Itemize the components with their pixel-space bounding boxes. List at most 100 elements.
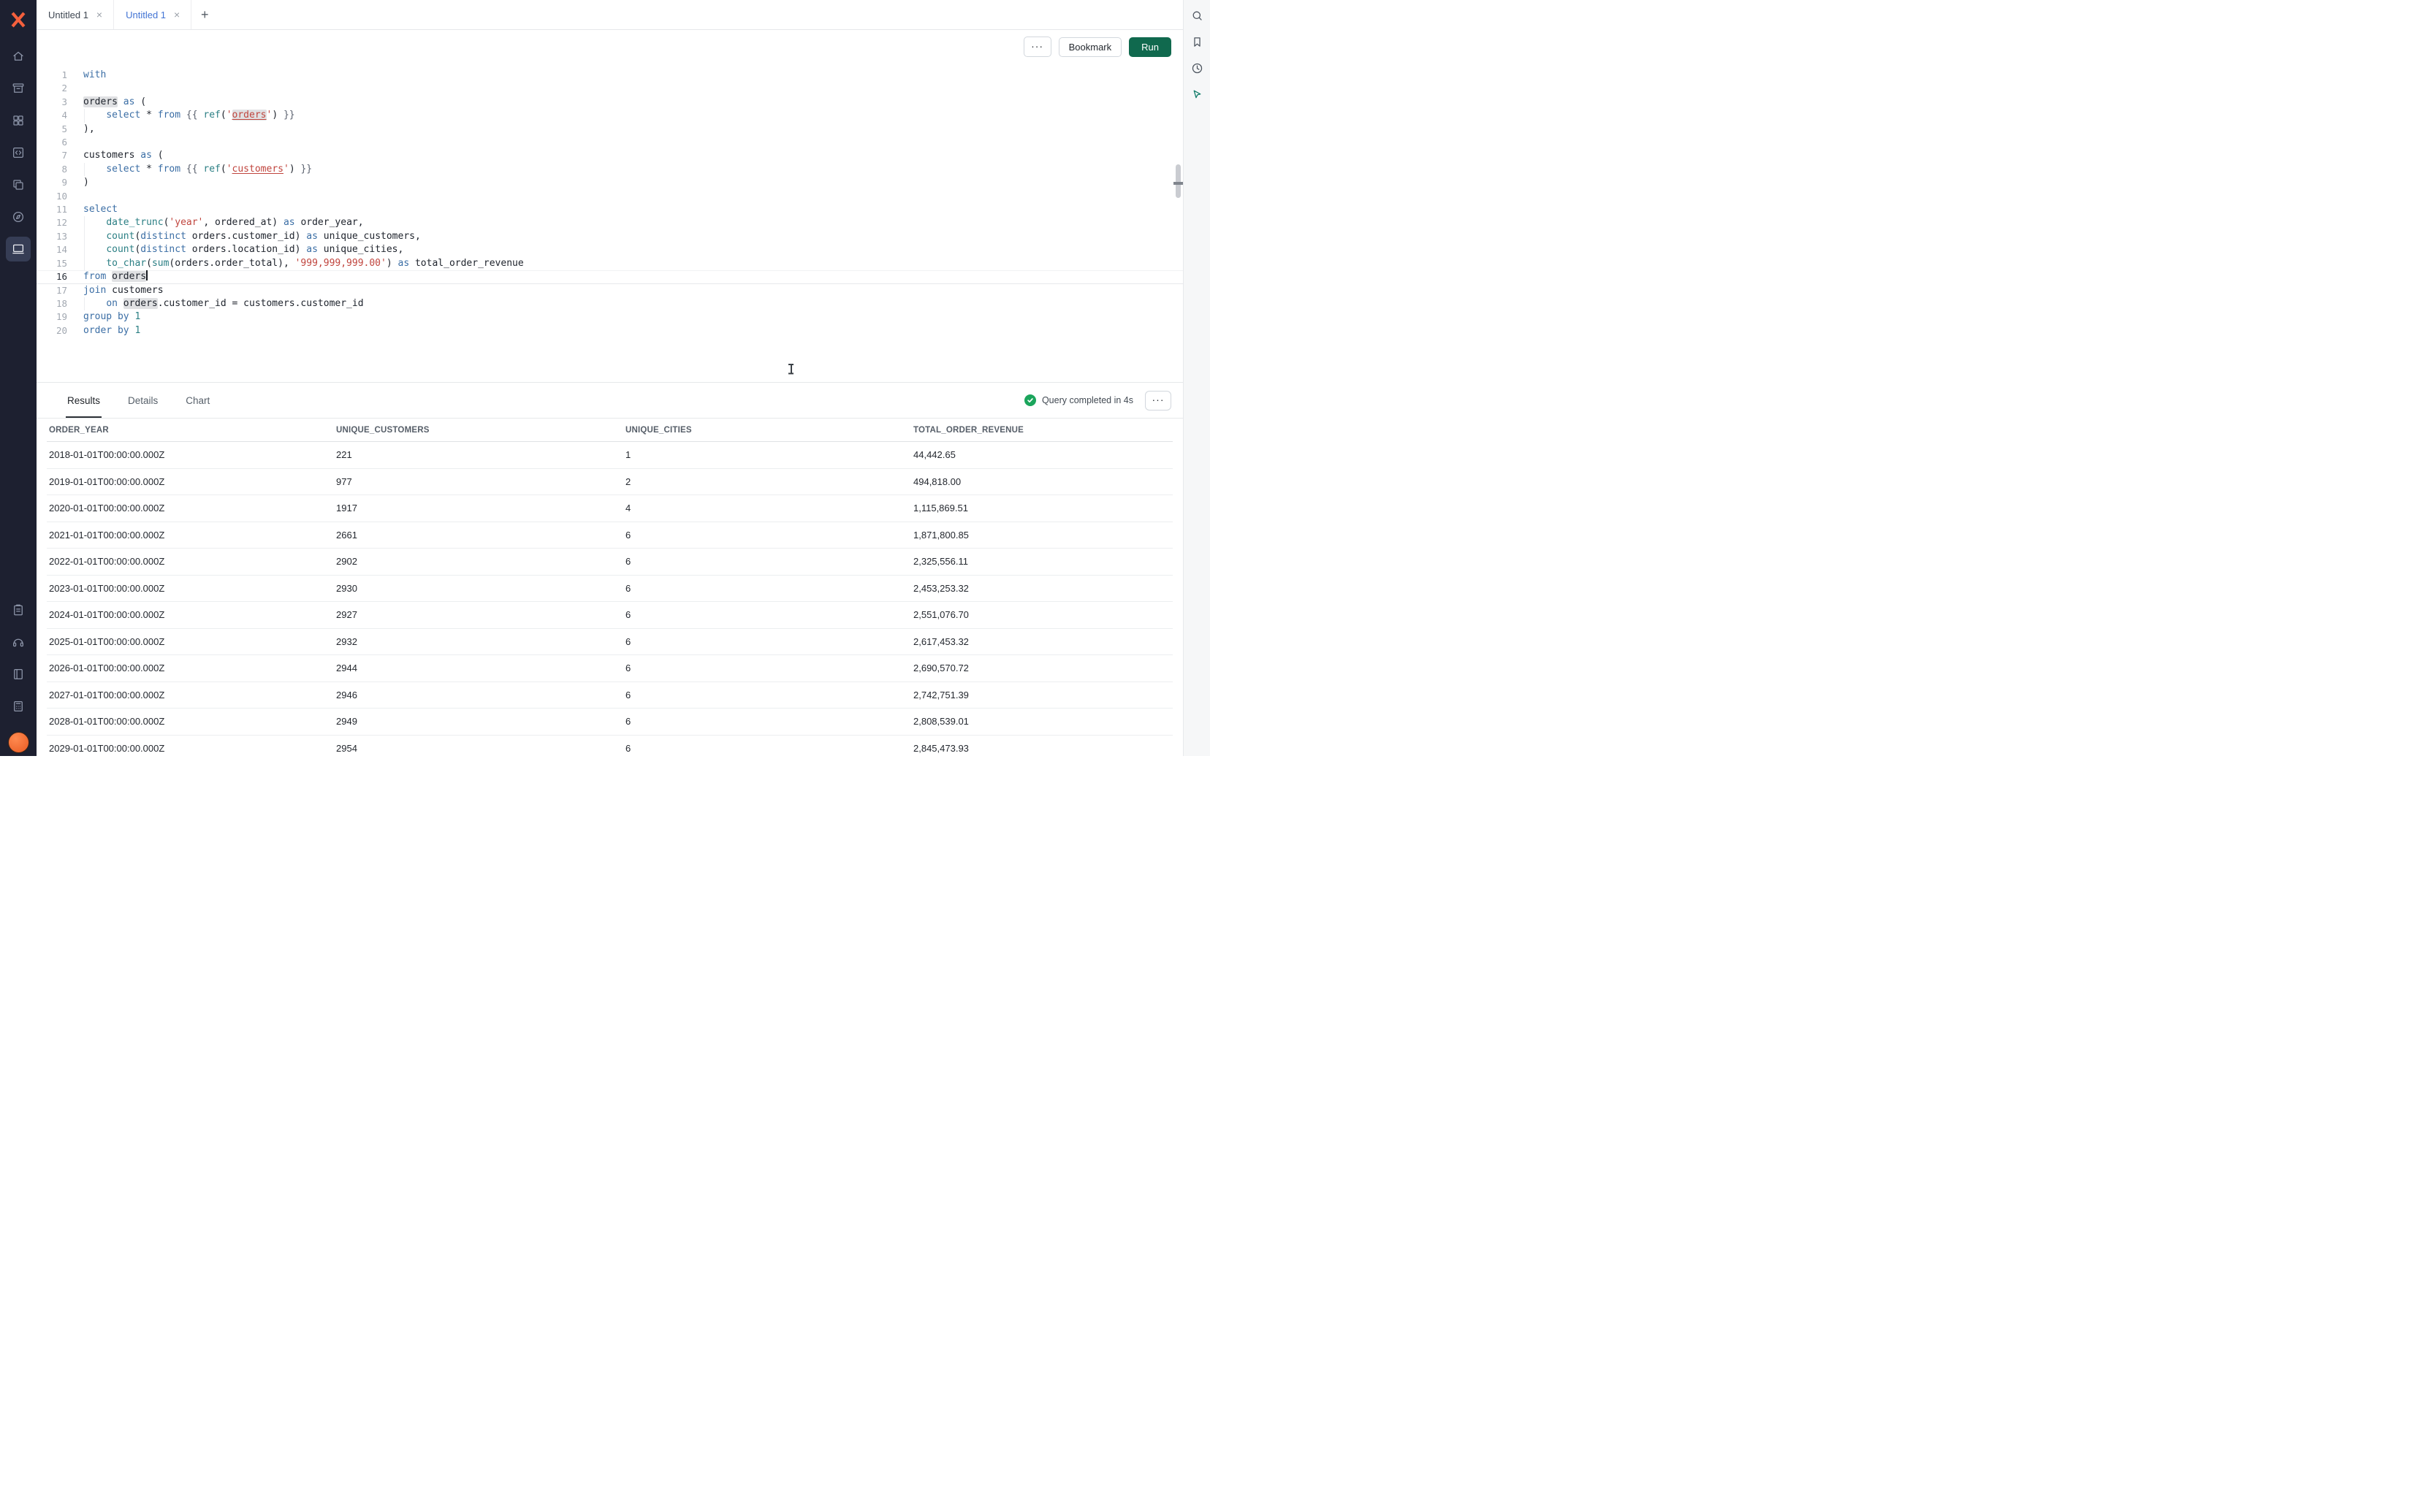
column-header-order_year[interactable]: ORDER_YEAR: [49, 426, 336, 435]
code-line-14[interactable]: 14 count(distinct orders.location_id) as…: [37, 243, 1183, 256]
sidebar-item-grid-icon[interactable]: [6, 108, 31, 133]
table-row-8[interactable]: 2025-01-01T00:00:00.000Z293262,617,453.3…: [47, 629, 1173, 656]
cell-unique_customers: 221: [336, 449, 625, 460]
line-number: 4: [37, 109, 67, 122]
table-row-5[interactable]: 2022-01-01T00:00:00.000Z290262,325,556.1…: [47, 549, 1173, 576]
table-row-11[interactable]: 2028-01-01T00:00:00.000Z294962,808,539.0…: [47, 709, 1173, 736]
rail-bookmark-icon[interactable]: [1187, 32, 1206, 51]
line-content: to_char(sum(orders.order_total), '999,99…: [82, 257, 1183, 270]
line-content: ),: [82, 123, 1183, 136]
cell-unique_customers: 2902: [336, 556, 625, 567]
code-line-6[interactable]: 6: [37, 136, 1183, 149]
line-number: 18: [37, 297, 67, 310]
table-row-3[interactable]: 2020-01-01T00:00:00.000Z191741,115,869.5…: [47, 495, 1173, 522]
code-token: [83, 164, 106, 175]
column-header-unique_customers[interactable]: UNIQUE_CUSTOMERS: [336, 426, 625, 435]
column-header-unique_cities[interactable]: UNIQUE_CITIES: [625, 426, 913, 435]
code-token: [118, 298, 123, 309]
rail-explore-icon[interactable]: [1187, 6, 1206, 25]
column-header-total_order_revenue[interactable]: TOTAL_ORDER_REVENUE: [913, 426, 1173, 435]
sidebar-item-terminal-icon[interactable]: [6, 237, 31, 261]
code-line-5[interactable]: 5),: [37, 123, 1183, 136]
line-content: select: [82, 203, 1183, 216]
code-token: with: [83, 69, 106, 80]
cell-unique_customers: 1917: [336, 503, 625, 513]
sidebar-item-collections-icon[interactable]: [6, 76, 31, 101]
sidebar-item-clipboard-icon[interactable]: [6, 597, 31, 622]
code-line-19[interactable]: 19group by 1: [37, 310, 1183, 324]
line-number: 6: [37, 136, 67, 149]
sidebar-item-windows-icon[interactable]: [6, 172, 31, 197]
table-row-6[interactable]: 2023-01-01T00:00:00.000Z293062,453,253.3…: [47, 576, 1173, 603]
table-row-4[interactable]: 2021-01-01T00:00:00.000Z266161,871,800.8…: [47, 522, 1173, 549]
editor-scrollbar[interactable]: [1173, 71, 1183, 382]
cell-unique_cities: 6: [625, 716, 913, 727]
cell-total_order_revenue: 2,617,453.32: [913, 636, 1173, 647]
code-line-11[interactable]: 11select: [37, 203, 1183, 216]
code-line-20[interactable]: 20order by 1: [37, 324, 1183, 337]
code-token: as: [284, 217, 295, 228]
document-tab-2[interactable]: Untitled 1×: [114, 0, 191, 29]
code-line-3[interactable]: 3orders as (: [37, 96, 1183, 109]
line-number: 20: [37, 324, 67, 337]
rail-history-icon[interactable]: [1187, 58, 1206, 77]
code-line-15[interactable]: 15 to_char(sum(orders.order_total), '999…: [37, 257, 1183, 270]
code-line-16[interactable]: 16from orders: [37, 270, 1183, 283]
table-row-1[interactable]: 2018-01-01T00:00:00.000Z221144,442.65: [47, 442, 1173, 469]
code-line-17[interactable]: 17join customers: [37, 284, 1183, 297]
sidebar-item-code-square-icon[interactable]: [6, 140, 31, 165]
results-tab-chart[interactable]: Chart: [184, 383, 211, 418]
code-line-13[interactable]: 13 count(distinct orders.customer_id) as…: [37, 230, 1183, 243]
results-panel: ResultsDetailsChart Query completed in 4…: [37, 382, 1183, 756]
code-line-8[interactable]: 8 select * from {{ ref('customers') }}: [37, 163, 1183, 176]
document-tab-1[interactable]: Untitled 1×: [37, 0, 114, 29]
code-line-4[interactable]: 4 select * from {{ ref('orders') }}: [37, 109, 1183, 122]
code-line-10[interactable]: 10: [37, 190, 1183, 203]
sidebar-item-home-icon[interactable]: [6, 44, 31, 69]
right-rail: [1183, 0, 1210, 756]
sidebar-item-compass-icon[interactable]: [6, 205, 31, 229]
cell-order_year: 2018-01-01T00:00:00.000Z: [49, 449, 336, 460]
cell-unique_cities: 6: [625, 743, 913, 754]
results-tab-details[interactable]: Details: [126, 383, 159, 418]
more-options-button[interactable]: ···: [1024, 37, 1051, 57]
editor-toolbar: ··· Bookmark Run: [37, 30, 1183, 64]
results-tab-results[interactable]: Results: [66, 383, 102, 418]
scrollbar-thumb[interactable]: [1176, 164, 1181, 198]
sidebar-item-calculator-icon[interactable]: [6, 694, 31, 719]
new-tab-button[interactable]: +: [191, 0, 218, 29]
code-line-9[interactable]: 9): [37, 176, 1183, 189]
user-avatar[interactable]: [8, 732, 29, 753]
code-token: to_char: [106, 258, 146, 269]
rail-pointer-icon[interactable]: [1187, 85, 1206, 104]
cell-order_year: 2023-01-01T00:00:00.000Z: [49, 583, 336, 594]
table-row-7[interactable]: 2024-01-01T00:00:00.000Z292762,551,076.7…: [47, 602, 1173, 629]
code-line-7[interactable]: 7customers as (: [37, 149, 1183, 162]
run-button[interactable]: Run: [1129, 37, 1171, 57]
table-row-9[interactable]: 2026-01-01T00:00:00.000Z294462,690,570.7…: [47, 655, 1173, 682]
code-token: orders: [123, 298, 158, 309]
hex-logo-icon[interactable]: [0, 0, 37, 39]
cell-order_year: 2029-01-01T00:00:00.000Z: [49, 743, 336, 754]
cell-unique_cities: 6: [625, 583, 913, 594]
code-token: ': [284, 164, 289, 175]
line-number: 9: [37, 176, 67, 189]
code-line-12[interactable]: 12 date_trunc('year', ordered_at) as ord…: [37, 216, 1183, 229]
tab-close-icon[interactable]: ×: [95, 8, 104, 21]
table-row-10[interactable]: 2027-01-01T00:00:00.000Z294662,742,751.3…: [47, 682, 1173, 709]
code-line-18[interactable]: 18 on orders.customer_id = customers.cus…: [37, 297, 1183, 310]
code-line-1[interactable]: 1 with: [37, 69, 1183, 82]
sql-editor[interactable]: 1 with 2 3orders as (4 select * from {{ re…: [37, 64, 1183, 382]
sidebar-item-headphones-icon[interactable]: [6, 630, 31, 654]
code-line-2[interactable]: 2: [37, 82, 1183, 95]
sidebar-item-notebook-icon[interactable]: [6, 662, 31, 687]
table-row-2[interactable]: 2019-01-01T00:00:00.000Z9772494,818.00: [47, 469, 1173, 496]
table-row-12[interactable]: 2029-01-01T00:00:00.000Z295462,845,473.9…: [47, 736, 1173, 757]
line-content: join customers: [82, 284, 1183, 297]
bookmark-button[interactable]: Bookmark: [1059, 37, 1122, 57]
tab-close-icon[interactable]: ×: [172, 8, 181, 21]
line-number: 1: [37, 69, 67, 82]
results-more-button[interactable]: ···: [1145, 391, 1171, 411]
code-lines: 1 with 2 3orders as (4 select * from {{ re…: [37, 64, 1183, 337]
code-token: group by: [83, 311, 129, 322]
